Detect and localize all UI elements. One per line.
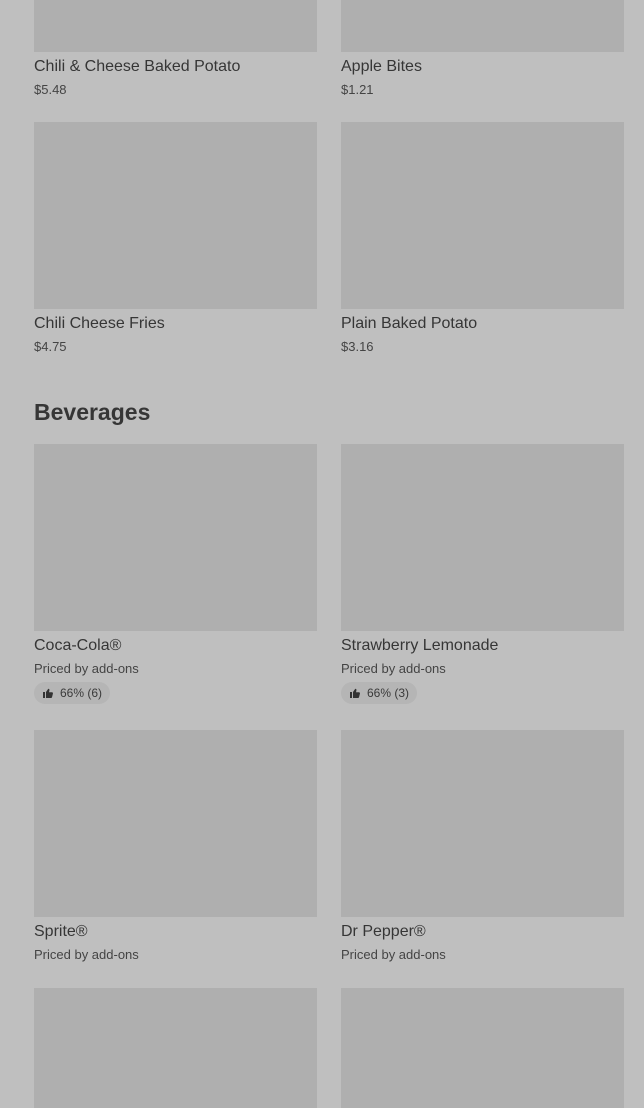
item-price: Priced by add-ons <box>34 947 139 962</box>
menu-item-card[interactable] <box>341 988 624 1108</box>
menu-item-card[interactable]: Sprite® Priced by add-ons <box>34 730 317 964</box>
item-image[interactable] <box>34 444 317 631</box>
menu-item-card[interactable]: Dr Pepper® Priced by add-ons <box>341 730 624 964</box>
item-image[interactable] <box>34 730 317 917</box>
menu-item-card[interactable]: Apple Bites $1.21 <box>341 0 624 99</box>
item-name: Chili & Cheese Baked Potato <box>34 58 241 75</box>
item-name: Strawberry Lemonade <box>341 637 499 654</box>
item-image[interactable] <box>34 988 317 1108</box>
item-name: Dr Pepper® <box>341 923 426 940</box>
menu-item-card[interactable]: Chili Cheese Fries $4.75 <box>34 122 317 356</box>
item-price: Priced by add-ons <box>341 661 446 676</box>
item-price: $3.16 <box>341 339 374 354</box>
rating-badge: 66% (6) <box>34 682 111 704</box>
item-image[interactable] <box>341 444 624 631</box>
item-price: Priced by add-ons <box>34 661 139 676</box>
menu-item-card[interactable]: Chili & Cheese Baked Potato $5.48 <box>34 0 317 99</box>
item-name: Coca-Cola® <box>34 637 122 654</box>
menu-item-card[interactable] <box>34 988 317 1108</box>
item-price: $1.21 <box>341 82 374 97</box>
rating-text: 66% (6) <box>60 686 103 700</box>
item-name: Sprite® <box>34 923 88 940</box>
item-image[interactable] <box>341 730 624 917</box>
item-price: $4.75 <box>34 339 67 354</box>
thumbs-up-icon <box>349 687 361 699</box>
item-price: Priced by add-ons <box>341 947 446 962</box>
menu-item-card[interactable]: Strawberry Lemonade Priced by add-ons 66… <box>341 444 624 704</box>
item-image[interactable] <box>341 0 624 52</box>
item-name: Plain Baked Potato <box>341 315 478 332</box>
item-price: $5.48 <box>34 82 67 97</box>
item-name: Chili Cheese Fries <box>34 315 165 332</box>
menu-item-card[interactable]: Coca-Cola® Priced by add-ons 66% (6) <box>34 444 317 704</box>
thumbs-up-icon <box>42 687 54 699</box>
item-image[interactable] <box>34 0 317 52</box>
rating-text: 66% (3) <box>367 686 410 700</box>
menu-item-card[interactable]: Plain Baked Potato $3.16 <box>341 122 624 356</box>
item-image[interactable] <box>341 988 624 1108</box>
item-name: Apple Bites <box>341 58 422 75</box>
item-image[interactable] <box>34 122 317 309</box>
section-title-beverages: Beverages <box>34 399 151 425</box>
rating-badge: 66% (3) <box>341 682 418 704</box>
item-image[interactable] <box>341 122 624 309</box>
